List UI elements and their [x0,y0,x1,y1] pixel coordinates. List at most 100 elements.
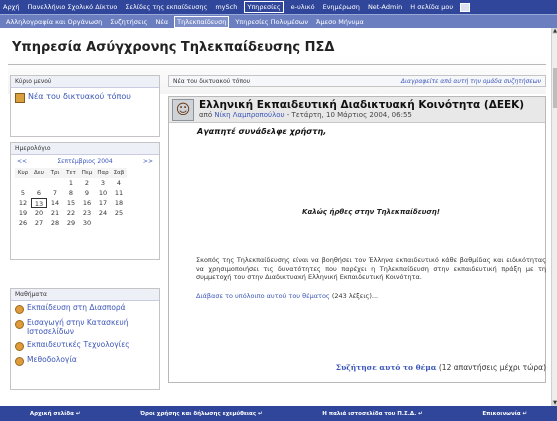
top-nav-secondary: Αλληλογραφία και Οργάνωση Συζητήσεις Νέα… [0,14,557,28]
calendar-day [111,218,127,228]
nav-home[interactable]: Αρχή [2,2,20,12]
vertical-scrollbar[interactable]: ▲ ▼ [551,28,557,406]
calendar-day[interactable]: 4 [111,178,127,188]
post-header: ☺ Ελληνική Εκπαιδευτική Διαδικτυακή Κοιν… [169,97,545,123]
footer-contact[interactable]: Επικοινωνία ↵ [482,411,527,417]
calendar-day[interactable]: 24 [95,208,111,218]
nav-news[interactable]: Ενημέρωση [322,2,361,12]
calendar-day[interactable]: 6 [31,188,47,198]
lesson-link[interactable]: Εκπαίδευση στη Διασπορά [27,303,126,312]
nav-e-material[interactable]: e-υλικό [290,2,316,12]
nav-psd[interactable]: Πανελλήνιο Σχολικό Δίκτυο [26,2,118,12]
calendar-day[interactable]: 18 [111,198,127,208]
calendar-prev[interactable]: << [17,158,27,165]
footer-bar: Αρχική σελίδα ↵ Όροι χρήσης και δήλωσης … [0,406,557,421]
news-icon [15,93,25,103]
footer-old-site[interactable]: Η παλιά ιστοσελίδα του Π.Σ.Δ. ↵ [322,411,422,417]
nav-my-page[interactable]: Η σελίδα μου [409,2,454,12]
lesson-link[interactable]: Μεθοδολογία [27,355,77,364]
unsubscribe-link[interactable]: Διαγραφείτε από αυτή την ομάδα συζητήσεω… [401,78,541,85]
calendar-day[interactable]: 27 [31,218,47,228]
calendar-month-nav: << Σεπτέμβριος 2004 >> [11,155,159,168]
calendar-heading: Ημερολόγιο [11,143,159,155]
calendar-day[interactable]: 11 [111,188,127,198]
course-icon [15,320,24,329]
footer-terms[interactable]: Όροι χρήσης και δήλωσης εχεμύθειας ↵ [140,411,263,417]
calendar-day[interactable]: 29 [63,218,79,228]
subnav-discussions[interactable]: Συζητήσεις [108,17,149,27]
calendar-day-header: Δευ [31,168,47,178]
subnav-news[interactable]: Νέα [153,17,170,27]
scroll-thumb[interactable] [553,68,557,108]
calendar-day[interactable]: 22 [63,208,79,218]
post-greeting: Αγαπητέ συνάδελφε χρήστη, [197,127,327,136]
calendar-next[interactable]: >> [143,158,153,165]
calendar-day[interactable]: 10 [95,188,111,198]
calendar-day[interactable]: 7 [47,188,63,198]
lesson-item[interactable]: Μεθοδολογία [11,353,159,368]
lesson-item[interactable]: Εκπαιδευτικές Τεχνολογίες [11,338,159,353]
post-body: Αγαπητέ συνάδελφε χρήστη, [169,123,545,381]
calendar-day[interactable]: 12 [15,198,31,208]
post-meta: από Νίκη Λαμπροπούλου - Τετάρτη, 10 Μάρτ… [199,111,524,120]
calendar-day[interactable]: 16 [79,198,95,208]
lesson-item[interactable]: Εκπαίδευση στη Διασπορά [11,301,159,316]
calendar-day[interactable]: 2 [79,178,95,188]
main-menu-item[interactable]: Νέα του δικτυακού τόπου [11,88,159,107]
calendar-day[interactable]: 20 [31,208,47,218]
calendar-day[interactable]: 17 [95,198,111,208]
calendar-day[interactable]: 23 [79,208,95,218]
calendar-day[interactable]: 1 [63,178,79,188]
discuss: Συζήτησε αυτό το θέμα (12 απαντήσεις μέχ… [336,363,546,372]
calendar-day[interactable]: 15 [63,198,79,208]
calendar-day[interactable]: 30 [79,218,95,228]
calendar-day-header: Σαβ [111,168,127,178]
subnav-instant-message[interactable]: Άμεσο Μήνυμα [314,17,366,27]
subnav-multimedia[interactable]: Υπηρεσίες Πολυμέσων [233,17,310,27]
post-subject: Ελληνική Εκπαιδευτική Διαδικτυακή Κοινότ… [199,99,525,111]
calendar-day [95,218,111,228]
main-menu-heading: Κύριο μενού [11,76,159,88]
calendar-day[interactable]: 3 [95,178,111,188]
calendar-day[interactable]: 25 [111,208,127,218]
calendar-day[interactable]: 8 [63,188,79,198]
nav-education-pages[interactable]: Σελίδες της εκπαίδευσης [124,2,208,12]
my-page-icon[interactable] [460,2,471,12]
calendar-day-header: Πεμ [79,168,95,178]
nav-mysch[interactable]: mySch [214,2,238,12]
calendar-day[interactable]: 19 [15,208,31,218]
main-menu-link[interactable]: Νέα του δικτυακού τόπου [28,92,131,102]
post-author[interactable]: Νίκη Λαμπροπούλου [214,111,284,119]
calendar-day[interactable]: 5 [15,188,31,198]
calendar-day[interactable]: 13 [31,198,47,208]
read-more-link[interactable]: Διάβασε το υπόλοιπο αυτού του θέματος [196,292,330,300]
calendar-day[interactable]: 21 [47,208,63,218]
top-nav-primary: Αρχή Πανελλήνιο Σχολικό Δίκτυο Σελίδες τ… [0,0,557,14]
calendar-grid: Κυρ Δευ Τρι Τετ Πεμ Παρ Σαβ 1 2 3 4 5 6 7 8 9 10 11 12 13 14… [11,168,159,228]
post-date: - Τετάρτη, 10 Μάρτιος 2004, 06:55 [284,111,412,119]
calendar-day[interactable]: 9 [79,188,95,198]
lesson-item[interactable]: Εισαγωγή στην Κατασκευή Ιστοσελίδων [11,316,159,338]
lesson-link[interactable]: Εκπαιδευτικές Τεχνολογίες [27,340,130,349]
avatar[interactable]: ☺ [172,99,194,121]
calendar-day-header: Παρ [95,168,111,178]
subnav-mail[interactable]: Αλληλογραφία και Οργάνωση [4,17,104,27]
forum-post: ☺ Ελληνική Εκπαιδευτική Διαδικτυακή Κοιν… [168,96,546,383]
calendar-day-header: Τρι [47,168,63,178]
scroll-up-icon[interactable]: ▲ [552,28,557,34]
discuss-link[interactable]: Συζήτησε αυτό το θέμα [336,363,437,372]
calendar-day[interactable]: 14 [47,198,63,208]
nav-net-admin[interactable]: Net-Admin [367,2,403,12]
main-menu-block: Κύριο μενού Νέα του δικτυακού τόπου [10,75,160,137]
lessons-block: Μαθήματα Εκπαίδευση στη Διασπορά Εισαγωγ… [10,288,160,390]
subnav-elearning[interactable]: Τηλεκπαίδευση [174,15,230,28]
calendar-day[interactable]: 28 [47,218,63,228]
calendar-day-header: Κυρ [15,168,31,178]
lesson-link[interactable]: Εισαγωγή στην Κατασκευή Ιστοσελίδων [27,318,155,336]
footer-home[interactable]: Αρχική σελίδα ↵ [30,411,81,417]
calendar-day[interactable]: 26 [15,218,31,228]
nav-services[interactable]: Υπηρεσίες [244,1,284,13]
discuss-count: (12 απαντήσεις μέχρι τώρα) [436,363,546,372]
calendar-day-header: Τετ [63,168,79,178]
post-welcome: Καλώς ήρθες στην Τηλεκπαίδευση! [302,208,440,216]
